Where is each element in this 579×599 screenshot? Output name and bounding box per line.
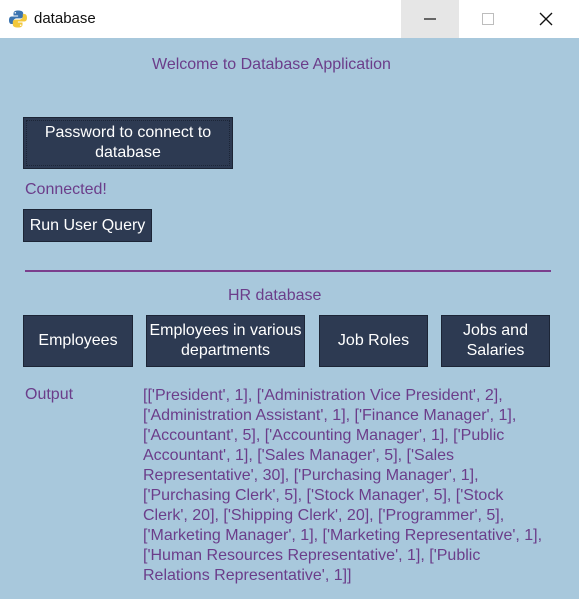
output-text: [['President', 1], ['Administration Vice… [143, 387, 543, 584]
main-window: Welcome to Database Application Password… [0, 38, 579, 599]
divider [25, 270, 551, 272]
password-connect-button[interactable]: Password to connect to database [23, 117, 233, 169]
employees-button[interactable]: Employees [23, 315, 133, 367]
window-title: database [34, 10, 96, 27]
run-user-query-button[interactable]: Run User Query [23, 209, 152, 242]
maximize-button[interactable] [459, 0, 517, 38]
connection-status: Connected! [25, 181, 107, 198]
close-button[interactable] [517, 0, 575, 38]
output-label: Output [25, 386, 74, 403]
maximize-icon [482, 13, 494, 25]
employees-departments-button[interactable]: Employees in various departments [146, 315, 305, 367]
minimize-button[interactable] [401, 0, 459, 38]
welcome-label: Welcome to Database Application [152, 56, 391, 73]
hr-database-title: HR database [228, 287, 322, 304]
close-icon [539, 12, 553, 26]
job-roles-button[interactable]: Job Roles [319, 315, 428, 367]
python-icon [9, 10, 27, 28]
jobs-salaries-button[interactable]: Jobs and Salaries [441, 315, 550, 367]
minimize-icon [424, 18, 436, 20]
title-bar: database [0, 0, 579, 39]
